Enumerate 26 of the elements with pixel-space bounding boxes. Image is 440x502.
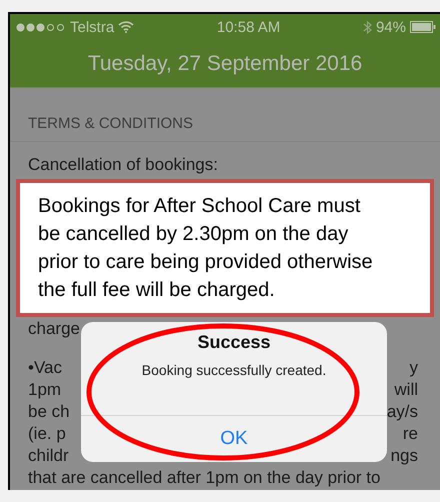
terms-text: •Vac: [28, 357, 62, 379]
alert-message: Booking successfully created.: [142, 362, 326, 378]
section-heading: TERMS & CONDITIONS: [28, 115, 194, 132]
battery-icon: [410, 21, 436, 33]
terms-text: (ie. p: [28, 423, 66, 445]
terms-text: that are cancelled after 1pm on the day prior to: [28, 467, 380, 489]
terms-text: 1pm: [28, 379, 62, 401]
signal-icon: [16, 22, 66, 32]
alert-title: Success: [197, 332, 271, 353]
terms-text: re: [402, 423, 418, 445]
header-title: Tuesday, 27 September 2016: [88, 52, 362, 76]
status-time: 10:58 AM: [216, 18, 280, 36]
terms-text: charge: [28, 319, 80, 338]
callout-box: Bookings for After School Care must be cancelled by 2.30pm on the day prior to care being provided otherwise the full fee will be charged.: [16, 179, 434, 317]
terms-text: will: [394, 379, 418, 401]
terms-heading: Cancellation of bookings:: [28, 155, 218, 174]
terms-text: y: [410, 357, 418, 379]
wifi-icon: [118, 21, 134, 33]
terms-text: ay/s: [386, 401, 418, 423]
terms-text: be ch: [28, 401, 70, 423]
bluetooth-icon: [362, 20, 372, 34]
ok-button[interactable]: OK: [81, 416, 387, 462]
terms-text: ngs: [390, 445, 418, 467]
battery-percent: 94%: [376, 18, 406, 36]
carrier-name: Telstra: [70, 18, 114, 36]
terms-text: childr: [28, 445, 69, 467]
